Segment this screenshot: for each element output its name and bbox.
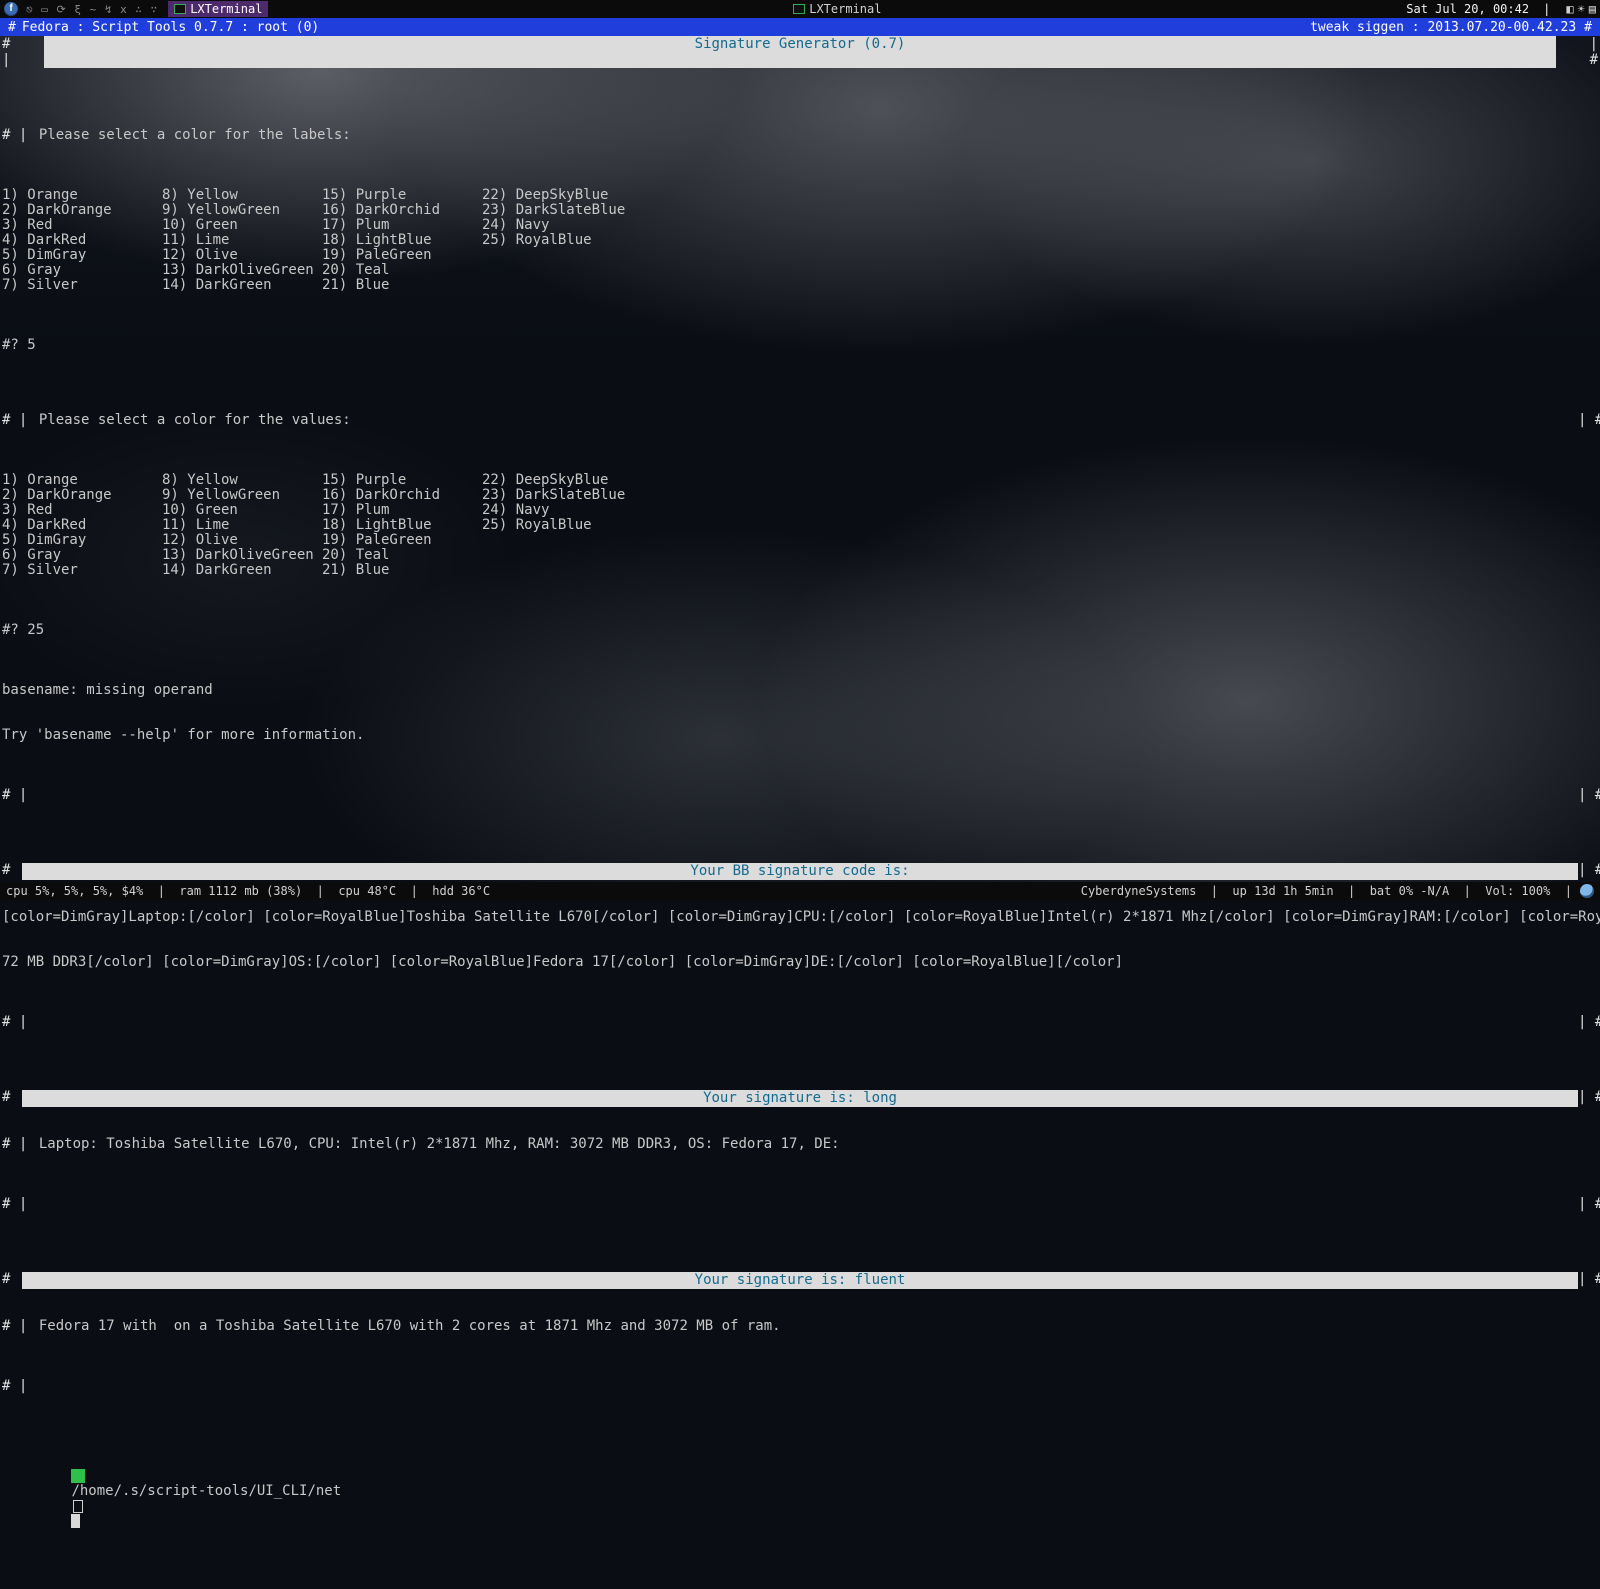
gutter: # | <box>0 413 22 428</box>
gutter: # | <box>0 788 22 803</box>
gutter: # | <box>0 1197 22 1212</box>
color-option-line: 1) Orange8) Yellow15) Purple22) DeepSkyB… <box>0 473 1600 488</box>
cwd-path: /home/.s/script-tools/UI_CLI/net <box>71 1483 341 1499</box>
color-menu-row: 4) DarkRed11) Lime18) LightBlue25) Royal… <box>0 233 1600 248</box>
color-menu-row: 2) DarkOrange9) YellowGreen16) DarkOrchi… <box>0 488 1600 503</box>
color-menu-row: 2) DarkOrange9) YellowGreen16) DarkOrchi… <box>0 203 1600 218</box>
taskbar-app-label: LXTerminal <box>190 2 262 16</box>
bbcode-line-2: 72 MB DDR3[/color] [color=DimGray]OS:[/c… <box>0 955 1600 970</box>
shell-prompt-row[interactable]: /home/.s/script-tools/UI_CLI/net <box>0 1454 1600 1544</box>
color-menu-row: 1) Orange8) Yellow15) Purple22) DeepSkyB… <box>0 473 1600 488</box>
color-menu-row: 3) Red10) Green17) Plum24) Navy <box>0 503 1600 518</box>
clock[interactable]: Sat Jul 20, 00:42 <box>1406 2 1533 16</box>
terminal-window[interactable]: # Fedora : Script Tools 0.7.7 : root (0)… <box>0 18 1600 1589</box>
color-option-line: 4) DarkRed11) Lime18) LightBlue25) Royal… <box>0 233 1600 248</box>
color-option-line: 6) Gray13) DarkOliveGreen20) Teal <box>0 548 1600 563</box>
color-option-line: 5) DimGray12) Olive19) PaleGreen <box>0 248 1600 263</box>
taskbar-separator: | <box>1543 2 1550 16</box>
terminal-titlebar[interactable]: # Fedora : Script Tools 0.7.7 : root (0)… <box>0 18 1600 36</box>
terminal-icon <box>174 4 186 14</box>
color-option-line: 2) DarkOrange9) YellowGreen16) DarkOrchi… <box>0 488 1600 503</box>
color-option-line: 3) Red10) Green17) Plum24) Navy <box>0 218 1600 233</box>
systray-icon[interactable]: ☀ <box>1578 2 1585 16</box>
color-menu-row: 4) DarkRed11) Lime18) LightBlue25) Royal… <box>0 518 1600 533</box>
text-cursor[interactable] <box>71 1514 80 1528</box>
banner-bb: Your BB signature code is: <box>22 863 1578 880</box>
color-menu-row: 7) Silver14) DarkGreen21) Blue <box>0 278 1600 293</box>
answer-2: #? 25 <box>0 623 1600 638</box>
gutter: # | <box>0 1319 22 1334</box>
prompt-labels: Please select a color for the labels: <box>22 128 1600 143</box>
taskbar-app-label: LXTerminal <box>809 2 881 16</box>
gutter-right: | # <box>1578 36 1600 68</box>
color-menu-row: 5) DimGray12) Olive19) PaleGreen <box>0 248 1600 263</box>
globe-icon[interactable] <box>1580 884 1594 898</box>
signature-fluent: Fedora 17 with on a Toshiba Satellite L6… <box>22 1319 1600 1334</box>
terminal-icon <box>793 4 805 14</box>
color-menu-row: 5) DimGray12) Olive19) PaleGreen <box>0 533 1600 548</box>
prompt-indicator-icon <box>71 1469 85 1483</box>
top-taskbar: ⎋ ▭ ⟳ ξ ~ ↯ x ∴ ∵ LXTerminal LXTerminal … <box>0 0 1600 18</box>
color-option-line: 1) Orange8) Yellow15) Purple22) DeepSkyB… <box>0 188 1600 203</box>
color-option-line: 7) Silver14) DarkGreen21) Blue <box>0 278 1600 293</box>
systray[interactable]: ◧ ☀ ▤ <box>1566 2 1596 16</box>
color-menu-row: 3) Red10) Green17) Plum24) Navy <box>0 218 1600 233</box>
taskbar-app-lxterminal-2[interactable]: LXTerminal <box>787 1 887 17</box>
bbcode-line-1: [color=DimGray]Laptop:[/color] [color=Ro… <box>0 910 1600 925</box>
color-menu-row: 1) Orange8) Yellow15) Purple22) DeepSkyB… <box>0 188 1600 203</box>
gutter: # | <box>0 863 22 880</box>
tray-glyphs: ⎋ ▭ ⟳ ξ ~ ↯ x ∴ ∵ <box>26 3 158 16</box>
gutter: # | <box>0 1090 22 1107</box>
color-menu-row: 7) Silver14) DarkGreen21) Blue <box>0 563 1600 578</box>
subtitle-row: # | Signature Generator (0.7) | # <box>0 36 1600 68</box>
app-subtitle: Signature Generator (0.7) <box>44 36 1556 68</box>
color-option-line: 2) DarkOrange9) YellowGreen16) DarkOrchi… <box>0 203 1600 218</box>
color-option-line: 5) DimGray12) Olive19) PaleGreen <box>0 533 1600 548</box>
gutter: # | <box>0 1272 22 1289</box>
color-menu-row: 6) Gray13) DarkOliveGreen20) Teal <box>0 548 1600 563</box>
gutter: # | <box>0 36 22 68</box>
taskbar-app-lxterminal-1[interactable]: LXTerminal <box>168 1 268 17</box>
color-menu-row: 6) Gray13) DarkOliveGreen20) Teal <box>0 263 1600 278</box>
prompt-values: Please select a color for the values: <box>22 413 1578 428</box>
gutter-right: | # <box>1578 413 1600 428</box>
bottom-statusbar: cpu 5%, 5%, 5%, $4% | ram 1112 mb (38%) … <box>0 882 1600 900</box>
systray-icon[interactable]: ◧ <box>1566 2 1573 16</box>
prompt-glyph-icon <box>73 1500 83 1513</box>
color-option-line: 4) DarkRed11) Lime18) LightBlue25) Royal… <box>0 518 1600 533</box>
color-option-line: 7) Silver14) DarkGreen21) Blue <box>0 563 1600 578</box>
error-line-1: basename: missing operand <box>0 683 1600 698</box>
status-right: CyberdyneSystems | up 13d 1h 5min | bat … <box>1081 884 1572 898</box>
gutter-right: | # <box>1578 1090 1600 1107</box>
signature-long: Laptop: Toshiba Satellite L670, CPU: Int… <box>22 1137 1600 1152</box>
fedora-menu-icon[interactable] <box>4 2 18 16</box>
titlebar-hash-right: # <box>1578 20 1598 35</box>
titlebar-title-right: tweak siggen : 2013.07.20-00.42.23 <box>1310 20 1578 35</box>
gutter: # | <box>0 128 22 143</box>
gutter-right: | # <box>1578 1197 1600 1212</box>
terminal-body[interactable]: # | Please select a color for the labels… <box>0 68 1600 1589</box>
titlebar-hash-left: # <box>2 20 22 35</box>
gutter-right: | # <box>1578 863 1600 880</box>
systray-icon[interactable]: ▤ <box>1589 2 1596 16</box>
gutter: # | <box>0 1379 22 1394</box>
gutter-right: | # <box>1578 1015 1600 1030</box>
answer-1: #? 5 <box>0 338 1600 353</box>
gutter: # | <box>0 1015 22 1030</box>
gutter-right: | # <box>1578 788 1600 803</box>
gutter: # | <box>0 1137 22 1152</box>
color-option-line: 6) Gray13) DarkOliveGreen20) Teal <box>0 263 1600 278</box>
color-option-line: 3) Red10) Green17) Plum24) Navy <box>0 503 1600 518</box>
banner-long: Your signature is: long <box>22 1090 1578 1107</box>
banner-fluent: Your signature is: fluent <box>22 1272 1578 1289</box>
status-left: cpu 5%, 5%, 5%, $4% | ram 1112 mb (38%) … <box>6 884 490 898</box>
error-line-2: Try 'basename --help' for more informati… <box>0 728 1600 743</box>
gutter-right: | # <box>1578 1272 1600 1289</box>
titlebar-title-left: Fedora : Script Tools 0.7.7 : root (0) <box>22 20 319 35</box>
